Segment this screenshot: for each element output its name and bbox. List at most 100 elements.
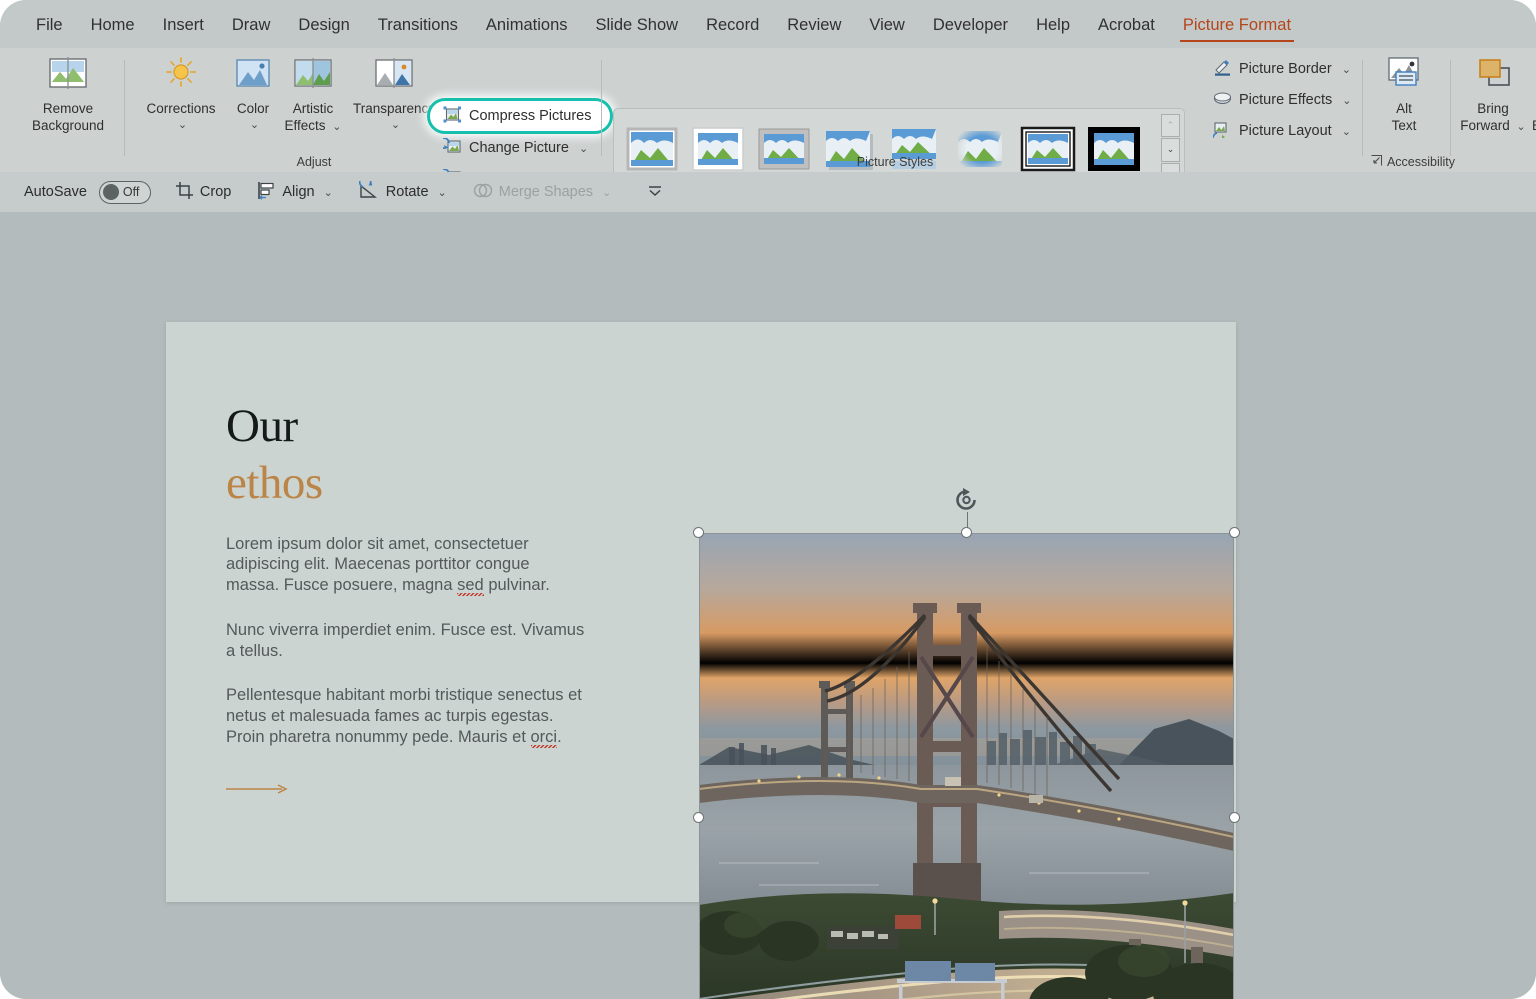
picture-effects-chevron-down-icon[interactable]: ⌄ — [1342, 94, 1351, 107]
picture-layout-chevron-down-icon[interactable]: ⌄ — [1342, 125, 1351, 138]
quick-tools-toolbar: AutoSave Off Crop Align ⌄ Rotate ⌄ Merge… — [0, 172, 1536, 212]
crop-label: Crop — [199, 184, 232, 200]
menu-tab-transitions[interactable]: Transitions — [364, 10, 472, 41]
accessibility-dialog-launcher-icon[interactable] — [1371, 155, 1382, 169]
alt-text-button[interactable]: Alt Text — [1361, 56, 1447, 134]
menu-tab-record[interactable]: Record — [692, 10, 773, 41]
selected-picture[interactable] — [693, 488, 1240, 999]
bring-forward-label-line1: Bring — [1477, 101, 1509, 116]
alt-text-label-line2: Text — [1391, 118, 1417, 133]
autosave-state-label: Off — [122, 185, 140, 199]
artistic-effects-chevron-down-icon[interactable]: ⌄ — [332, 121, 341, 133]
merge-shapes-label: Merge Shapes — [498, 184, 594, 200]
rotate-chevron-down-icon[interactable]: ⌄ — [438, 186, 447, 199]
bridge-sunset-image[interactable] — [699, 533, 1234, 999]
menu-tab-review[interactable]: Review — [773, 10, 855, 41]
menu-tab-slide-show[interactable]: Slide Show — [582, 10, 693, 41]
autosave-label: AutoSave — [24, 184, 87, 200]
menu-tab-file[interactable]: File — [22, 10, 77, 41]
slide-title-line2: ethos — [226, 456, 323, 509]
remove-background-icon — [25, 56, 111, 95]
arrange-next-button-partial[interactable]: B — [1532, 118, 1536, 133]
menu-tab-picture-format[interactable]: Picture Format — [1169, 10, 1305, 42]
ribbon-group-accessibility: Alt Text Accessibility — [1366, 48, 1455, 172]
change-picture-chevron-down-icon[interactable]: ⌄ — [579, 142, 588, 155]
compress-pictures-icon — [443, 106, 462, 127]
alt-text-icon — [1361, 56, 1447, 95]
ribbon-group-picture-styles: ⌃ ⌄ ⩟ Picture Styles — [605, 48, 1195, 190]
resize-handle-top-right[interactable] — [1229, 527, 1240, 538]
picture-border-chevron-down-icon[interactable]: ⌄ — [1342, 63, 1351, 76]
ribbon-body: Remove Background Corrections ⌄ Color ⌄ … — [0, 48, 1536, 190]
merge-shapes-chevron-down-icon: ⌄ — [602, 186, 612, 199]
picture-effects-icon — [1213, 90, 1232, 111]
picture-effects-button[interactable]: Picture Effects ⌄ — [1208, 87, 1356, 113]
menu-tab-design[interactable]: Design — [284, 10, 363, 41]
compress-pictures-label: Compress Pictures — [469, 108, 592, 124]
rotate-icon — [358, 175, 380, 204]
picture-styles-group-label: Picture Styles — [856, 155, 934, 169]
rotate-handle[interactable] — [953, 486, 981, 534]
paragraph-3-text-a: Pellentesque habitant morbi tristique se… — [226, 686, 582, 747]
paragraph-1-text-b: pulvinar. — [483, 576, 550, 595]
align-chevron-down-icon[interactable]: ⌄ — [324, 186, 333, 199]
autosave-toggle[interactable]: Off — [98, 180, 151, 204]
menu-tab-home[interactable]: Home — [77, 10, 149, 41]
transparency-icon — [344, 56, 444, 95]
bring-forward-button[interactable]: Bring Forward ⌄ — [1450, 56, 1536, 136]
rotate-button[interactable]: Rotate ⌄ — [353, 175, 453, 207]
ribbon-group-adjust: Remove Background Corrections ⌄ Color ⌄ … — [14, 48, 613, 187]
picture-layout-label: Picture Layout — [1239, 123, 1332, 139]
gallery-scroll-up-button[interactable]: ⌃ — [1161, 114, 1180, 138]
slide-canvas[interactable]: Our ethos Lorem ipsum dolor sit amet, co… — [0, 212, 1536, 999]
slide-arrow-link[interactable] — [226, 782, 288, 794]
misspelled-word-sed: sed — [457, 576, 484, 595]
resize-handle-middle-right[interactable] — [1229, 812, 1240, 823]
picture-border-icon — [1213, 59, 1232, 80]
toolbar-overflow-button[interactable] — [641, 182, 669, 203]
picture-layout-button[interactable]: Picture Layout ⌄ — [1208, 118, 1356, 144]
menu-tab-help[interactable]: Help — [1022, 10, 1084, 41]
menu-tab-animations[interactable]: Animations — [472, 10, 582, 41]
remove-background-button[interactable]: Remove Background — [25, 56, 111, 134]
misspelled-word-orci: orci — [530, 728, 558, 747]
remove-background-label-line2: Background — [31, 118, 105, 133]
menu-tab-insert[interactable]: Insert — [149, 10, 218, 41]
resize-handle-top-left[interactable] — [693, 527, 704, 538]
change-picture-label: Change Picture — [469, 140, 569, 156]
menu-bar: File Home Insert Draw Design Transitions… — [0, 0, 1536, 50]
menu-tab-developer[interactable]: Developer — [919, 10, 1022, 41]
bring-forward-chevron-down-icon[interactable]: ⌄ — [1517, 121, 1526, 133]
group-divider-adjust-styles — [601, 60, 602, 156]
adjust-group-label: Adjust — [296, 155, 332, 169]
align-button[interactable]: Align ⌄ — [251, 178, 338, 207]
bring-forward-label-line2: Forward ⌄ — [1460, 118, 1526, 133]
resize-handle-middle-left[interactable] — [693, 812, 704, 823]
powerpoint-window: File Home Insert Draw Design Transitions… — [0, 0, 1536, 999]
slide-text-block[interactable]: Our ethos Lorem ipsum dolor sit amet, co… — [226, 400, 626, 794]
overflow-chevron-icon[interactable] — [647, 185, 663, 200]
ribbon-group-arrange: Bring Forward ⌄ B — [1454, 48, 1536, 172]
slide-paragraph-3: Pellentesque habitant morbi tristique se… — [226, 685, 586, 747]
crop-button[interactable]: Crop — [169, 178, 237, 207]
menu-tab-acrobat[interactable]: Acrobat — [1084, 10, 1169, 41]
slide-paragraph-2: Nunc viverra imperdiet enim. Fusce est. … — [226, 620, 585, 660]
slide-title-line1: Our — [226, 400, 298, 452]
picture-border-button[interactable]: Picture Border ⌄ — [1208, 56, 1356, 82]
merge-shapes-button: Merge Shapes ⌄ — [467, 178, 618, 207]
compress-pictures-button[interactable]: Compress Pictures — [438, 103, 596, 129]
menu-tab-draw[interactable]: Draw — [218, 10, 285, 41]
alt-text-label-line1: Alt — [1396, 101, 1412, 116]
picture-effects-label: Picture Effects — [1239, 92, 1333, 108]
ribbon: File Home Insert Draw Design Transitions… — [0, 0, 1536, 212]
ribbon-group-picture-tools: Picture Border ⌄ Picture Effects ⌄ Pictu… — [1202, 48, 1352, 172]
resize-handle-top-center[interactable] — [961, 527, 972, 538]
autosave-toggle-knob — [102, 184, 119, 200]
menu-tab-view[interactable]: View — [855, 10, 918, 41]
align-label: Align — [282, 184, 315, 200]
group-divider — [124, 60, 125, 156]
rotate-label: Rotate — [385, 184, 429, 200]
picture-border-label: Picture Border — [1239, 61, 1332, 77]
bring-forward-icon — [1450, 56, 1536, 95]
paragraph-3-text-b: . — [557, 728, 562, 747]
